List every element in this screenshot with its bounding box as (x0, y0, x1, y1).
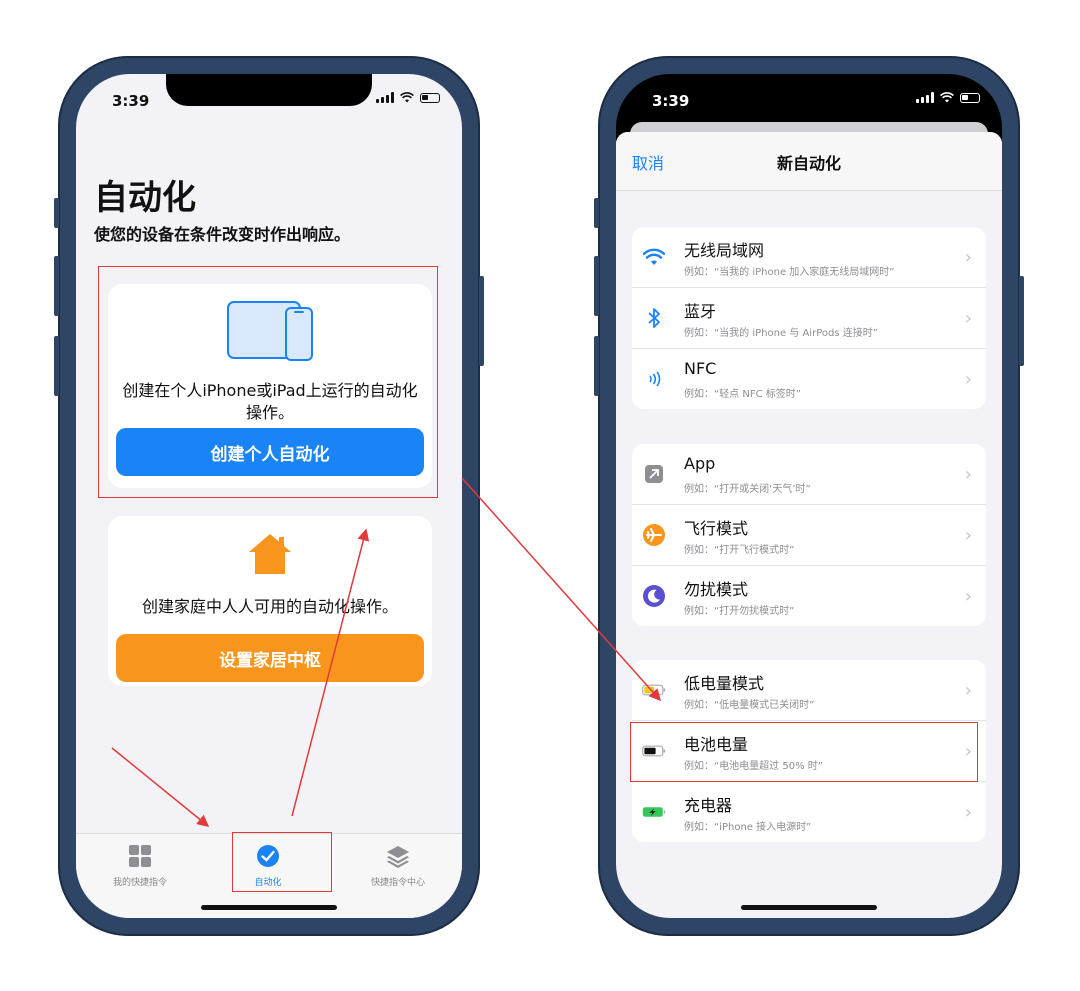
arrow-to-personal-card (291, 528, 370, 817)
notch (706, 74, 912, 106)
status-icons (916, 92, 980, 103)
battery-status-icon (420, 92, 440, 103)
wifi-status-icon (400, 92, 414, 103)
annotation-arrows (111, 477, 661, 827)
status-time: 3:39 (652, 92, 690, 110)
arrow-to-automation-tab (111, 747, 210, 827)
signal-icon (376, 92, 394, 103)
status-icons (376, 92, 440, 103)
signal-icon (916, 92, 934, 103)
battery-status-icon (960, 92, 980, 103)
arrow-to-battery-row (461, 477, 661, 702)
wifi-status-icon (940, 92, 954, 103)
notch (166, 74, 372, 106)
status-time: 3:39 (112, 92, 150, 110)
